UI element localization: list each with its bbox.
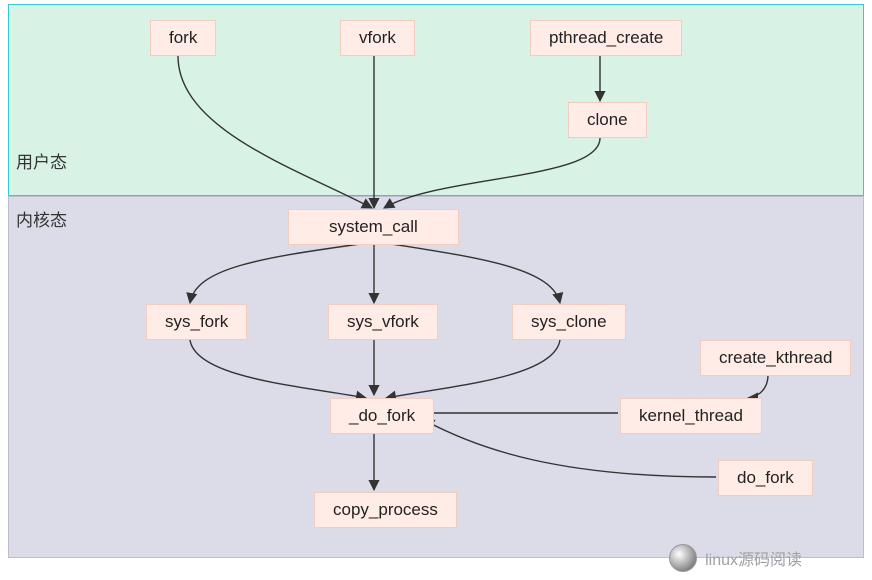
node-do-fork-internal: _do_fork (330, 398, 434, 434)
node-sys-clone: sys_clone (512, 304, 626, 340)
node-clone: clone (568, 102, 647, 138)
node-kernel-thread: kernel_thread (620, 398, 762, 434)
node-do-fork: do_fork (718, 460, 813, 496)
node-sys-fork: sys_fork (146, 304, 247, 340)
node-sys-vfork: sys_vfork (328, 304, 438, 340)
diagram-canvas: 用户态 内核态 (0, 0, 872, 580)
footer-label: linux源码阅读 (705, 546, 802, 570)
node-fork: fork (150, 20, 216, 56)
zone-kernel-label: 内核态 (16, 206, 67, 231)
avatar-icon (669, 544, 697, 572)
node-vfork: vfork (340, 20, 415, 56)
zone-user (8, 4, 864, 196)
node-pthread-create: pthread_create (530, 20, 682, 56)
node-copy-process: copy_process (314, 492, 457, 528)
node-create-kthread: create_kthread (700, 340, 851, 376)
footer-badge: linux源码阅读 (669, 544, 802, 572)
node-system-call: system_call (288, 209, 459, 245)
zone-user-label: 用户态 (16, 148, 67, 173)
